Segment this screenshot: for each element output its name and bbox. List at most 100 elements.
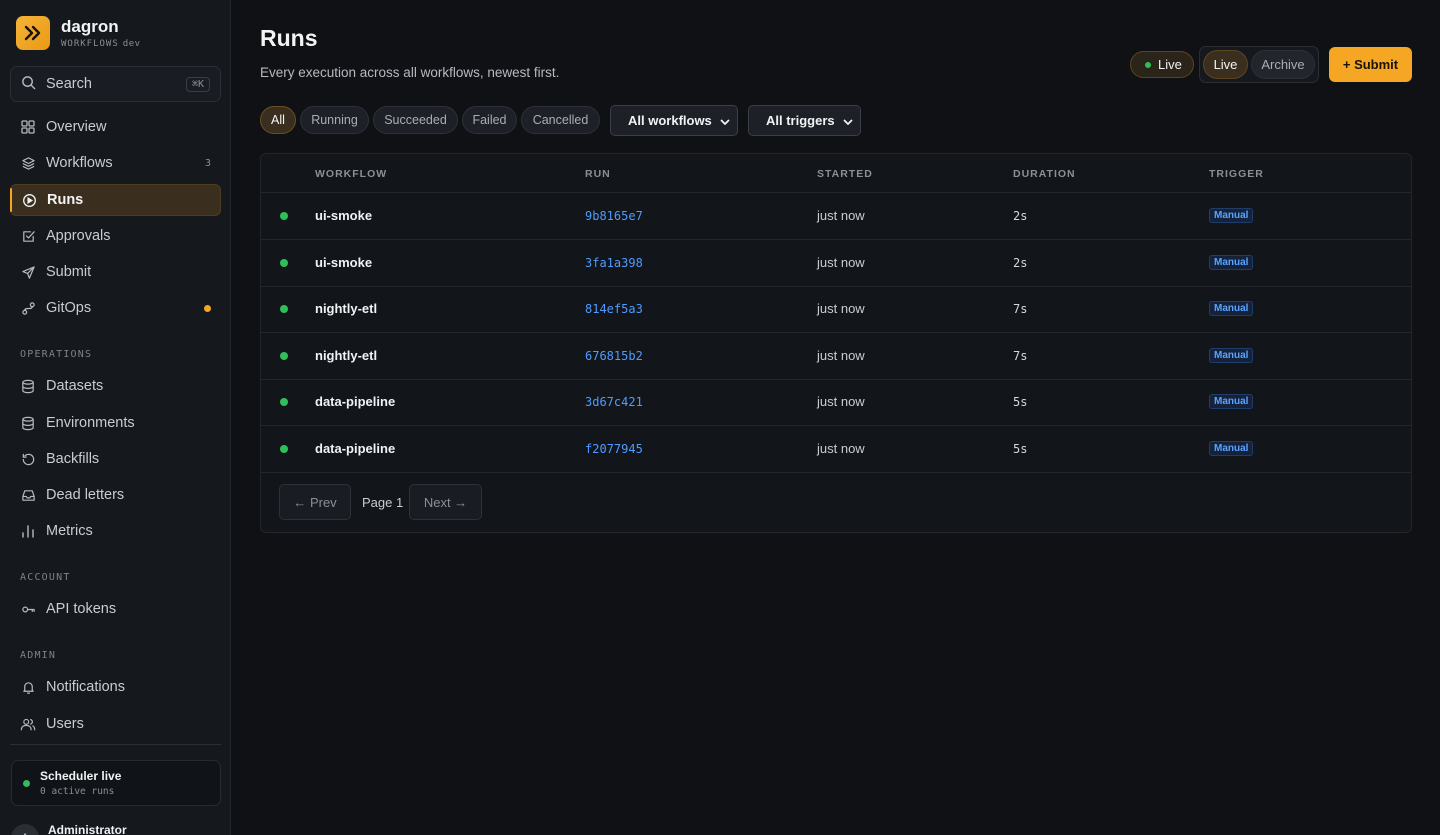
database-icon [20, 378, 36, 394]
scheduler-title: Scheduler live [40, 769, 122, 783]
bell-icon [20, 679, 36, 695]
next-page-button[interactable]: Next → [409, 484, 482, 520]
column-workflow[interactable]: WORKFLOW [315, 168, 387, 180]
sidebar-item-label: Approvals [46, 228, 111, 244]
column-run[interactable]: RUN [585, 168, 611, 180]
sidebar-item-label: Overview [46, 119, 107, 135]
row-started: just now [817, 208, 865, 223]
row-workflow[interactable]: ui-smoke [315, 208, 372, 223]
sidebar-item-backfills[interactable]: Backfills [10, 443, 221, 475]
scheduler-detail: 0 active runs [40, 786, 115, 797]
status-dot [280, 352, 288, 360]
trigger-badge: Manual [1209, 255, 1254, 270]
sidebar-item-gitops[interactable]: GitOps [10, 292, 221, 324]
trigger-select[interactable]: All triggers [748, 105, 861, 136]
sidebar-item-users[interactable]: Users [10, 708, 221, 740]
sidebar-item-datasets[interactable]: Datasets [10, 370, 221, 402]
avatar: A [11, 824, 39, 835]
app-name: dagron [61, 16, 119, 36]
search-icon [21, 75, 36, 93]
column-duration[interactable]: DURATION [1013, 168, 1076, 180]
row-started: just now [817, 301, 865, 316]
search-shortcut: ⌘K [185, 76, 210, 92]
table-row[interactable]: ui-smoke 9b8165e7 just now 2s Manual [261, 193, 1411, 240]
status-dot [280, 259, 288, 267]
mode-live-button[interactable]: Live [1203, 50, 1248, 79]
column-started[interactable]: STARTED [817, 168, 873, 180]
row-started: just now [817, 441, 865, 456]
row-workflow[interactable]: data-pipeline [315, 394, 395, 409]
sidebar-item-label: Runs [47, 192, 84, 208]
status-dot [280, 445, 288, 453]
env-label: dev [122, 38, 141, 49]
search-button[interactable]: Search ⌘K [10, 66, 221, 102]
filter-running[interactable]: Running [300, 106, 369, 134]
inbox-icon [20, 487, 36, 503]
row-workflow[interactable]: data-pipeline [315, 441, 395, 456]
sidebar-item-dead-letters[interactable]: Dead letters [10, 479, 221, 511]
column-trigger[interactable]: TRIGGER [1209, 168, 1264, 180]
filter-cancelled[interactable]: Cancelled [521, 106, 600, 134]
row-run-id[interactable]: 9b8165e7 [585, 209, 643, 223]
row-run-id[interactable]: 3d67c421 [585, 395, 643, 409]
trigger-select-value: All triggers [766, 113, 835, 128]
app-subtitle-text: WORKFLOWS [61, 38, 119, 49]
filter-failed[interactable]: Failed [462, 106, 517, 134]
users-icon [20, 716, 36, 732]
section-label-operations: OPERATIONS [20, 349, 93, 360]
sidebar-item-label: API tokens [46, 601, 117, 617]
submit-button[interactable]: + Submit [1329, 47, 1412, 82]
filter-succeeded[interactable]: Succeeded [373, 106, 458, 134]
history-icon [20, 451, 36, 467]
sidebar-item-label: Metrics [46, 523, 93, 539]
chevron-down-icon [843, 115, 853, 130]
brand[interactable]: dagron WORKFLOWS dev [16, 16, 141, 50]
sidebar-item-label: Environments [46, 415, 135, 431]
prev-page-button[interactable]: ← Prev [279, 484, 351, 520]
grid-icon [20, 119, 36, 135]
sidebar-item-submit[interactable]: Submit [10, 256, 221, 288]
row-run-id[interactable]: 814ef5a3 [585, 302, 643, 316]
send-icon [20, 264, 36, 280]
row-duration: 5s [1013, 395, 1028, 409]
key-icon [20, 601, 36, 617]
sidebar-item-notifications[interactable]: Notifications [10, 671, 221, 703]
sidebar-item-workflows[interactable]: Workflows 3 [10, 147, 221, 179]
row-run-id[interactable]: 3fa1a398 [585, 256, 643, 270]
user-menu[interactable]: A Administrator [11, 820, 127, 835]
live-dot [1145, 61, 1151, 68]
row-duration: 5s [1013, 442, 1028, 456]
table-row[interactable]: data-pipeline 3d67c421 just now 5s Manua… [261, 379, 1411, 426]
check-square-icon [20, 228, 36, 244]
sidebar-divider [10, 744, 221, 745]
trigger-badge: Manual [1209, 348, 1254, 363]
sidebar-item-overview[interactable]: Overview [10, 111, 221, 143]
workflow-select[interactable]: All workflows [610, 105, 738, 136]
live-badge-label: Live [1158, 57, 1182, 72]
filter-all[interactable]: All [260, 106, 296, 134]
row-run-id[interactable]: 676815b2 [585, 349, 643, 363]
row-run-id[interactable]: f2077945 [585, 442, 643, 456]
sidebar-item-label: Dead letters [46, 487, 125, 503]
table-row[interactable]: ui-smoke 3fa1a398 just now 2s Manual [261, 240, 1411, 287]
scheduler-status-dot [23, 780, 30, 787]
sidebar-item-runs[interactable]: Runs [10, 184, 221, 216]
row-duration: 7s [1013, 302, 1028, 316]
page-indicator: Page 1 [362, 495, 404, 510]
sidebar-item-metrics[interactable]: Metrics [10, 515, 221, 547]
row-workflow[interactable]: nightly-etl [315, 301, 377, 316]
sidebar-item-api-tokens[interactable]: API tokens [10, 593, 221, 625]
table-row[interactable]: nightly-etl 814ef5a3 just now 7s Manual [261, 286, 1411, 333]
row-workflow[interactable]: nightly-etl [315, 348, 377, 363]
row-workflow[interactable]: ui-smoke [315, 255, 372, 270]
sidebar-item-approvals[interactable]: Approvals [10, 220, 221, 252]
workflow-select-value: All workflows [628, 113, 712, 128]
table-row[interactable]: data-pipeline f2077945 just now 5s Manua… [261, 426, 1411, 473]
sidebar-item-label: Backfills [46, 451, 100, 467]
row-started: just now [817, 348, 865, 363]
user-name: Administrator [48, 823, 127, 835]
sidebar-item-environments[interactable]: Environments [10, 407, 221, 439]
table-row[interactable]: nightly-etl 676815b2 just now 7s Manual [261, 333, 1411, 380]
chevron-down-icon [720, 115, 730, 130]
mode-archive-button[interactable]: Archive [1251, 50, 1315, 79]
